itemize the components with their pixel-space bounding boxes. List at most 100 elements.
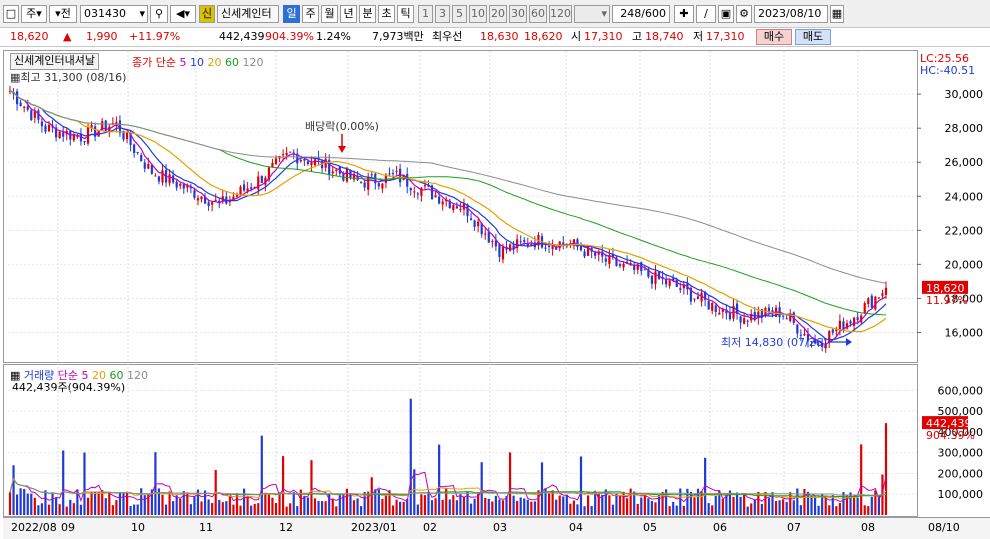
price-axis-label: 24,000 [945,190,984,203]
price-change-pct: +11.97% [129,30,181,43]
price-axis-label: 20,000 [945,258,984,271]
period-tab-day[interactable]: 일 [283,5,300,23]
x-axis-label: 04 [569,521,583,534]
ma120-legend: 120 [242,56,264,69]
price-axis-label: 28,000 [945,122,984,135]
ask-price: 18,630 [480,30,519,43]
volume-chart-panel[interactable]: ▦ 거래량 단순 5 20 60 120 442,439주(904.39%) [3,364,918,517]
interval-30[interactable]: 30 [509,5,527,23]
hc-label: HC:-40.51 [920,64,976,77]
stock-name-tab-label: 신세계인터내셔날 [14,54,95,67]
interval-10[interactable]: 10 [469,5,487,23]
period-tab-second[interactable]: 초 [378,5,395,23]
up-arrow-icon: ▲ [63,30,72,43]
volume-pct: 904.39% [265,30,314,43]
x-axis-label: 05 [643,521,657,534]
data-count-input[interactable]: 248/600 [612,5,670,23]
gear-icon[interactable]: ⚙ [736,5,752,23]
market-select[interactable]: ▾전 [49,5,77,23]
credit-badge: 신 [199,5,215,23]
period-tab-label: 초 [381,7,392,20]
last-price-pct: 11.97% [926,294,968,307]
x-axis-label: 07 [787,521,801,534]
best-quote-label: 최우선 [432,30,463,43]
period-tab-month[interactable]: 월 [321,5,338,23]
current-price: 18,620 [10,30,49,43]
open-price: 17,310 [584,30,623,43]
turnover-rate: 1.24% [316,30,351,43]
period-tab-label: 주 [305,7,316,20]
last-price-box [922,280,968,294]
draw-line-icon[interactable]: ∕ [696,5,716,23]
period-tab-year[interactable]: 년 [340,5,357,23]
period-tab-week[interactable]: 주 [302,5,319,23]
period-tab-minute[interactable]: 분 [359,5,376,23]
window-icon[interactable]: □ [3,5,19,23]
chart-toolbar: □ 주▾ ▾전 031430 ▾ ⚲ ◀▾ 신 신세계인터 일 주 월 년 분 초… [0,0,990,28]
stock-name-label: 신세계인터 [221,7,272,20]
price-chart-panel[interactable]: 신세계인터내셔날 종가 단순 5 10 20 60 120 ▦최고 31,300… [3,50,918,363]
calendar-icon[interactable]: ▦ [830,5,844,23]
date-input[interactable]: 2023/08/10 [754,5,828,23]
period-tab-label: 월 [324,7,335,20]
x-axis-label: 12 [279,521,293,534]
volume-axis-label: 400,000 [938,426,984,439]
save-icon[interactable]: ▣ [718,5,734,23]
interval-label: 1 [422,7,429,20]
stock-name-tab[interactable]: 신세계인터내셔날 [10,53,99,70]
low-price: 17,310 [706,30,745,43]
price-axis-label: 26,000 [945,156,984,169]
interval-3[interactable]: 3 [435,5,450,23]
period-tab-label: 일 [286,7,297,20]
price-axis-label: 22,000 [945,224,984,237]
high-price: 18,740 [645,30,684,43]
last-volume-box [922,416,968,430]
x-axis-label: 11 [199,521,213,534]
sell-button[interactable]: 매도 [795,29,831,45]
buy-button[interactable]: 매수 [756,29,792,45]
ma5-legend: 5 [179,56,187,69]
interval-1[interactable]: 1 [418,5,433,23]
credit-badge-label: 신 [201,7,213,20]
chart-grid-icon: ▦ [10,71,21,84]
volume-axis-label: 600,000 [938,384,984,397]
data-count-value: 248 [620,7,642,20]
high-annotation-label: 최고 31,300 (08/16) [20,71,127,84]
interval-120[interactable]: 120 [549,5,572,23]
x-axis-right-label: 08/10 [928,521,960,534]
interval-label: 5 [456,7,463,20]
interval-label: 10 [471,7,485,20]
crosshair-icon[interactable]: ✚ [674,5,694,23]
open-label: 시 [571,30,582,43]
volume-axis-label: 200,000 [938,467,984,480]
interval-custom-input[interactable]: ▾ [574,5,610,23]
interval-60[interactable]: 60 [529,5,547,23]
stock-code-input[interactable]: 031430 ▾ [80,5,148,23]
x-axis-label: 10 [131,521,145,534]
interval-20[interactable]: 20 [489,5,507,23]
x-axis-label: 08 [861,521,875,534]
speaker-icon[interactable]: ◀▾ [170,5,196,23]
period-tab-tick[interactable]: 틱 [397,5,414,23]
data-count-total: /600 [641,7,666,20]
high-label: 고 [632,30,643,43]
price-legend-prefix: 종가 단순 [132,56,176,69]
quote-info-bar: 18,620 ▲ 1,990 +11.97% 442,439 904.39% 1… [0,28,990,47]
ma20-legend: 20 [207,56,222,69]
date-value: 2023/08/10 [758,7,822,20]
stock-name: 신세계인터 [217,5,279,23]
interval-5[interactable]: 5 [452,5,467,23]
search-icon[interactable]: ⚲ [150,5,168,23]
period-tab-label: 분 [362,7,373,20]
interval-label: 3 [439,7,446,20]
market-label: 전 [60,7,71,20]
x-axis-label: 2022/08 [11,521,57,534]
interval-label: 60 [531,7,545,20]
chevron-down-icon: ▾ [601,7,607,20]
last-volume-pct: 904.39% [926,429,975,442]
volume-axis-label: 500,000 [938,405,984,418]
stock-type-select[interactable]: 주▾ [21,5,47,23]
bid-price: 18,620 [524,30,563,43]
sell-button-label: 매도 [802,30,824,43]
price-ma-legend: 종가 단순 5 10 20 60 120 [132,54,263,70]
